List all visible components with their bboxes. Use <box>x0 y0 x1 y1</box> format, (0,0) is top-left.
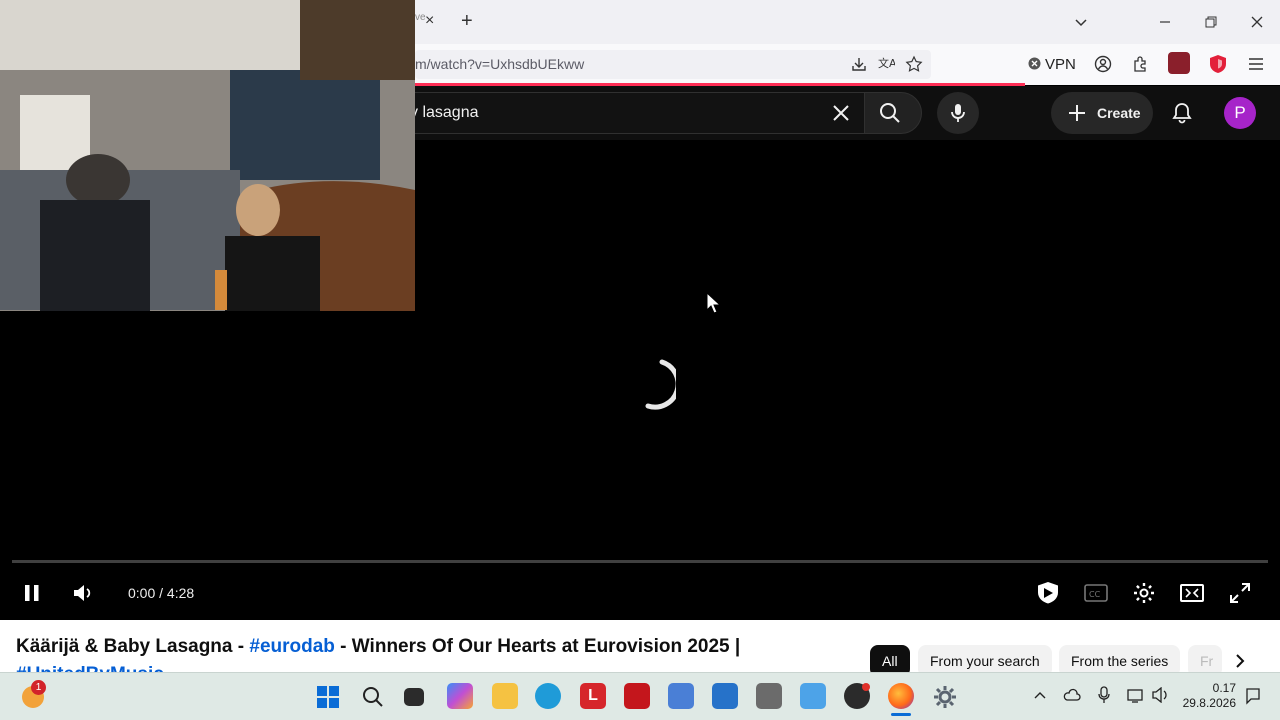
sponsorblock-shield-icon[interactable] <box>1035 580 1061 606</box>
photo-app-icon[interactable] <box>756 683 782 709</box>
plus-icon <box>1069 105 1085 121</box>
search-input[interactable] <box>415 92 865 134</box>
avatar[interactable]: P <box>1224 97 1256 129</box>
chevron-right-icon[interactable] <box>1232 653 1248 669</box>
speaker-volume-icon[interactable] <box>1152 687 1170 703</box>
extension-addon-icon[interactable] <box>1168 52 1190 74</box>
search-input-value[interactable]: y lasagna <box>410 104 479 122</box>
new-tab-button[interactable]: + <box>461 10 473 33</box>
account-icon[interactable] <box>1094 55 1112 73</box>
tab-close-icon[interactable]: × <box>425 12 434 30</box>
letter-l-app-icon[interactable]: L <box>580 683 606 709</box>
notepad-icon[interactable] <box>800 683 826 709</box>
webcam-scene <box>0 0 415 311</box>
network-cloud-icon[interactable] <box>1063 687 1081 703</box>
notification-badge: 1 <box>31 680 46 695</box>
video-title-prefix: Käärijä & Baby Lasagna - <box>16 636 250 657</box>
search-icon[interactable] <box>879 102 901 124</box>
volume-icon[interactable] <box>72 583 94 603</box>
clear-search-icon[interactable] <box>832 104 850 122</box>
fullscreen-icon[interactable] <box>1229 582 1251 604</box>
extensions-puzzle-icon[interactable] <box>1131 55 1149 73</box>
theater-mode-icon[interactable] <box>1180 583 1204 603</box>
create-button-label: Create <box>1097 105 1141 121</box>
firefox-icon[interactable] <box>888 683 914 709</box>
svg-text:CC: CC <box>1089 590 1101 599</box>
bookmark-star-icon[interactable] <box>905 55 923 73</box>
settings-app-icon[interactable] <box>932 684 958 710</box>
system-clock[interactable]: 0.17 29.8.2026 <box>1180 681 1236 711</box>
create-button[interactable]: Create <box>1051 92 1153 134</box>
webcam-overlay <box>0 0 415 311</box>
tab-title-fragment[interactable]: ve <box>415 12 426 23</box>
restore-icon[interactable] <box>1204 15 1218 29</box>
minimize-icon[interactable] <box>1158 15 1172 29</box>
microphone-icon[interactable] <box>949 103 967 123</box>
show-hidden-icons-icon[interactable] <box>1034 690 1046 700</box>
tab-list-chevron-icon[interactable] <box>1074 15 1088 29</box>
loading-spinner-icon <box>645 359 676 410</box>
wifi-network-icon[interactable] <box>1127 687 1145 703</box>
hashtag-link[interactable]: #eurodab <box>249 636 335 657</box>
hashtag-link-line2[interactable]: #UnitedByMusic <box>16 664 164 672</box>
subtitles-cc-icon[interactable]: CC <box>1084 583 1108 603</box>
microsoft-store-icon[interactable] <box>712 683 738 709</box>
notifications-bell-icon[interactable] <box>1171 102 1193 124</box>
copilot-icon[interactable] <box>447 683 473 709</box>
video-title-suffix: - Winners Of Our Hearts at Eurovision 20… <box>334 636 741 657</box>
ublock-shield-icon[interactable] <box>1208 54 1228 74</box>
translate-icon[interactable]: 文A <box>877 55 895 73</box>
browser-tab-bar <box>415 0 1280 44</box>
app-menu-icon[interactable] <box>1248 57 1264 71</box>
vpn-label[interactable]: VPN <box>1045 56 1076 73</box>
notification-center-icon[interactable] <box>1244 687 1262 705</box>
pause-icon[interactable] <box>23 584 41 602</box>
mouse-cursor-icon <box>706 292 720 314</box>
settings-gear-icon[interactable] <box>1132 581 1156 605</box>
obs-recording-dot <box>862 683 870 691</box>
time-display: 0:00 / 4:28 <box>128 585 195 601</box>
vpn-status-icon[interactable] <box>1028 57 1041 70</box>
active-app-indicator <box>891 713 911 716</box>
svg-text:文A: 文A <box>878 56 895 70</box>
microphone-tray-icon[interactable] <box>1097 686 1111 704</box>
windows-start-icon[interactable] <box>316 685 340 709</box>
task-view-icon[interactable] <box>404 688 424 706</box>
file-explorer-icon[interactable] <box>492 683 518 709</box>
url-text[interactable]: m/watch?v=UxhsdbUEkww <box>415 56 584 72</box>
close-window-icon[interactable] <box>1250 15 1264 29</box>
mail-icon[interactable] <box>668 683 694 709</box>
video-progress-bar[interactable] <box>12 560 1268 563</box>
edge-browser-icon[interactable] <box>535 683 561 709</box>
mcafee-icon[interactable] <box>624 683 650 709</box>
video-title: Käärijä & Baby Lasagna - #eurodab - Winn… <box>16 636 740 658</box>
clock-date: 29.8.2026 <box>1182 696 1236 710</box>
taskbar-search-icon[interactable] <box>361 685 385 709</box>
clock-time: 0.17 <box>1212 681 1236 695</box>
download-page-icon[interactable] <box>850 55 868 73</box>
